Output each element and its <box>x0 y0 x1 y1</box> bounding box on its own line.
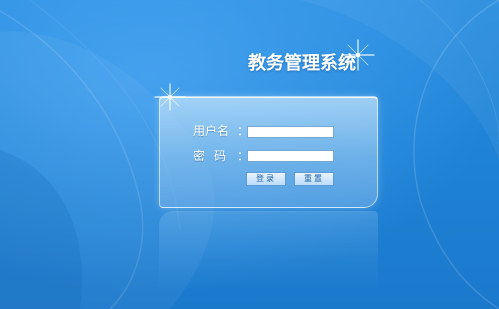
password-input[interactable] <box>247 150 334 162</box>
sparkle-icon <box>154 83 186 111</box>
panel-reflection <box>159 211 378 291</box>
sparkle-icon <box>341 39 375 71</box>
username-input[interactable] <box>247 126 334 138</box>
password-label: 密码 <box>193 149 236 163</box>
login-button[interactable]: 登录 <box>246 172 286 186</box>
username-label: 用户名 <box>193 124 230 138</box>
reset-button[interactable]: 重置 <box>294 172 334 186</box>
login-screen: 教务管理系统 用户名 ： 密码 ： 登录 重置 <box>0 0 499 309</box>
